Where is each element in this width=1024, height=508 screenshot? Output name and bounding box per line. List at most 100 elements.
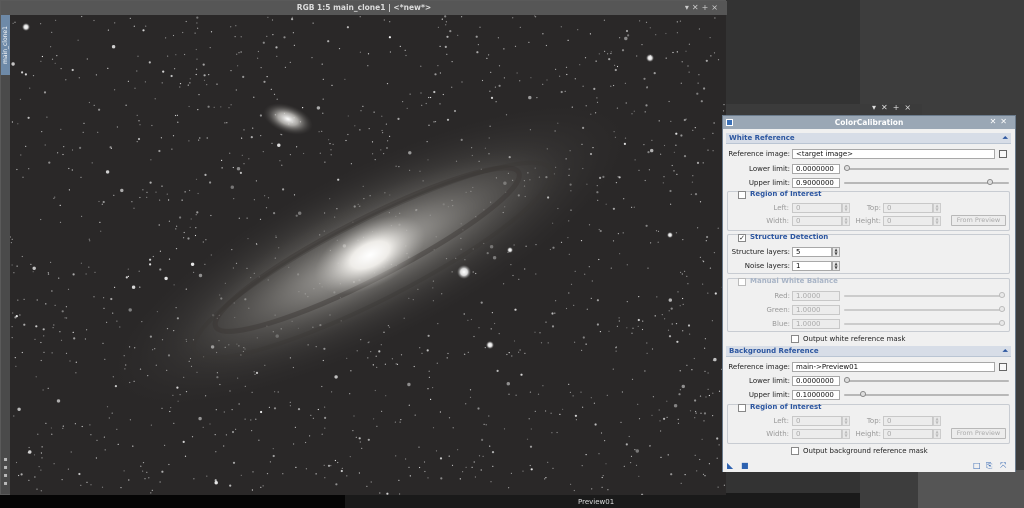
wr-reference-image-field[interactable]: <target image>: [792, 149, 995, 159]
slider-knob[interactable]: [999, 292, 1005, 298]
shade-button[interactable]: ▾: [685, 3, 692, 12]
background-reference-header[interactable]: Background Reference ⏶: [726, 346, 1011, 357]
wr-roi-top-label: Top:: [866, 204, 881, 212]
wr-reference-image-label: Reference image:: [728, 150, 790, 158]
br-roi-checkbox[interactable]: [738, 404, 746, 412]
dock-shade-button[interactable]: ▾: [872, 103, 881, 112]
spin-arrows-icon[interactable]: ▲ ▼: [933, 416, 941, 426]
dialog-footer: ◣ ■ □ ⎘ ⤧: [723, 459, 1015, 472]
spin-arrows-icon[interactable]: ▲ ▼: [933, 216, 941, 226]
color-calibration-dialog[interactable]: ColorCalibration ✕✕ White Reference ⏶ Re…: [722, 115, 1016, 472]
green-field[interactable]: 1.0000: [792, 305, 840, 315]
iconize-button[interactable]: ✕: [692, 3, 702, 12]
blue-label: Blue:: [772, 320, 790, 328]
image-window-title[interactable]: RGB 1:5 main_clone1 | <*new*>: [1, 1, 727, 15]
slider-knob[interactable]: [999, 320, 1005, 326]
wr-lower-limit-slider[interactable]: [844, 165, 1009, 171]
br-lower-limit-field[interactable]: 0.0000000: [792, 376, 840, 386]
br-roi-label[interactable]: Region of Interest: [750, 403, 821, 412]
output-white-mask-label[interactable]: Output white reference mask: [803, 334, 905, 344]
dialog-title-controls[interactable]: ✕✕: [990, 117, 1011, 126]
slider-knob[interactable]: [999, 306, 1005, 312]
br-from-preview-button[interactable]: From Preview: [951, 428, 1006, 439]
white-reference-header[interactable]: White Reference ⏶: [726, 133, 1011, 144]
dock-close-button[interactable]: ×: [904, 103, 916, 112]
wr-roi-height-field[interactable]: 0: [883, 216, 933, 226]
structure-detection-label[interactable]: Structure Detection: [750, 233, 828, 242]
browse-docs-icon[interactable]: □: [973, 462, 981, 470]
close-button[interactable]: ×: [711, 3, 721, 12]
white-reference-title: White Reference: [729, 134, 795, 142]
manual-white-balance-label[interactable]: Manual White Balance: [750, 277, 838, 286]
slider-knob[interactable]: [859, 391, 866, 397]
red-label: Red:: [774, 292, 790, 300]
br-roi-height-field[interactable]: 0: [883, 429, 933, 439]
select-view-icon[interactable]: [999, 363, 1007, 371]
br-reference-image-field[interactable]: main->Preview01: [792, 362, 995, 372]
br-upper-limit-field[interactable]: 0.1000000: [792, 390, 840, 400]
output-background-mask-checkbox[interactable]: [791, 447, 799, 455]
br-roi-top-label: Top:: [866, 417, 881, 425]
apply-global-icon[interactable]: ■: [741, 462, 749, 470]
noise-layers-field[interactable]: 1: [792, 261, 832, 271]
track-view-icon[interactable]: ⎘: [986, 462, 992, 470]
br-roi-top-field[interactable]: 0: [883, 416, 933, 426]
wr-roi-top-field[interactable]: 0: [883, 203, 933, 213]
dialog-pin-button[interactable]: ✕: [990, 117, 1001, 126]
collapse-arrow-icon[interactable]: ⏶: [1002, 133, 1008, 144]
maximize-button[interactable]: +: [702, 3, 712, 12]
output-background-mask-label[interactable]: Output background reference mask: [803, 446, 928, 456]
image-side-tab[interactable]: main_clone1: [1, 15, 10, 75]
spin-arrows-icon[interactable]: ▲ ▼: [832, 261, 840, 271]
select-view-icon[interactable]: [999, 150, 1007, 158]
blue-field[interactable]: 1.0000: [792, 319, 840, 329]
br-roi-height-label: Height:: [855, 430, 882, 438]
br-reference-image-label: Reference image:: [728, 363, 790, 371]
wr-upper-limit-slider[interactable]: [844, 179, 1009, 185]
dock-controls[interactable]: ▾✕+×: [872, 103, 916, 112]
noise-layers-label: Noise layers:: [744, 262, 790, 270]
red-field[interactable]: 1.0000: [792, 291, 840, 301]
wr-from-preview-button[interactable]: From Preview: [951, 215, 1006, 226]
structure-layers-field[interactable]: 5: [792, 247, 832, 257]
preview-window-title[interactable]: Preview01: [578, 498, 614, 506]
image-canvas[interactable]: [10, 15, 726, 495]
structure-detection-checkbox[interactable]: ✓: [738, 234, 746, 242]
br-roi-width-field[interactable]: 0: [792, 429, 842, 439]
dialog-close-button[interactable]: ✕: [1000, 117, 1011, 126]
green-slider[interactable]: [844, 306, 1005, 312]
slider-knob[interactable]: [987, 179, 994, 185]
wr-roi-label[interactable]: Region of Interest: [750, 190, 821, 199]
new-instance-icon[interactable]: ◣: [727, 462, 733, 470]
br-upper-limit-slider[interactable]: [844, 391, 1009, 397]
slider-knob[interactable]: [844, 377, 850, 383]
wr-roi-checkbox[interactable]: [738, 191, 746, 199]
wr-lower-limit-field[interactable]: 0.0000000: [792, 164, 840, 174]
image-window[interactable]: RGB 1:5 main_clone1 | <*new*> ▾✕+× main_…: [0, 0, 727, 495]
workspace-bottom-strip: [0, 493, 345, 508]
spin-arrows-icon[interactable]: ▲ ▼: [933, 429, 941, 439]
wr-upper-limit-field[interactable]: 0.9000000: [792, 178, 840, 188]
dialog-title[interactable]: ColorCalibration: [723, 116, 1015, 129]
wr-roi-width-field[interactable]: 0: [792, 216, 842, 226]
red-slider[interactable]: [844, 292, 1005, 298]
side-tool-icons[interactable]: ▪ ▪ ▪ ▪: [1, 456, 10, 488]
output-white-mask-checkbox[interactable]: [791, 335, 799, 343]
blue-slider[interactable]: [844, 320, 1005, 326]
green-label: Green:: [766, 306, 790, 314]
br-lower-limit-slider[interactable]: [844, 377, 1009, 383]
wr-roi-left-field[interactable]: 0: [792, 203, 842, 213]
br-roi-left-field[interactable]: 0: [792, 416, 842, 426]
br-upper-limit-label: Upper limit:: [748, 391, 790, 399]
wr-roi-height-label: Height:: [855, 217, 882, 225]
spin-arrows-icon[interactable]: ▲ ▼: [832, 247, 840, 257]
dock-maximize-button[interactable]: +: [893, 103, 905, 112]
reset-icon[interactable]: ⤧: [1000, 462, 1006, 470]
wr-roi-left-label: Left:: [773, 204, 789, 212]
manual-white-balance-checkbox[interactable]: [738, 278, 746, 286]
collapse-arrow-icon[interactable]: ⏶: [1002, 346, 1008, 357]
image-window-controls[interactable]: ▾✕+×: [685, 3, 721, 12]
spin-arrows-icon[interactable]: ▲ ▼: [933, 203, 941, 213]
dock-iconize-button[interactable]: ✕: [881, 103, 893, 112]
slider-knob[interactable]: [844, 165, 850, 171]
